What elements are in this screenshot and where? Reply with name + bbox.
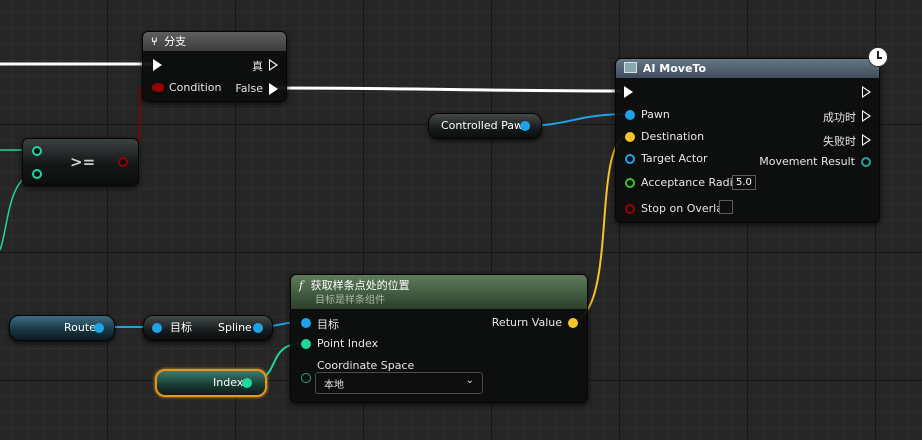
moveto-pawn-label: Pawn (641, 108, 670, 121)
branch-node-title: 分支 (164, 35, 187, 48)
get-spline-node[interactable]: 目标 Spline (143, 315, 273, 341)
index-label: Index (213, 376, 244, 389)
spline-node-subtitle: 目标是样条组件 (315, 295, 385, 306)
spline-target-pin[interactable] (301, 318, 311, 328)
spline-return-value-label: Return Value (491, 316, 562, 329)
controlled-pawn-label: Controlled Pawn (441, 119, 530, 132)
get-spline-spline-label: Spline (218, 321, 252, 334)
get-spline-output-pin[interactable] (253, 323, 263, 333)
index-node[interactable]: Index (155, 369, 267, 397)
acceptance-radius-input[interactable]: 5.0 (732, 175, 756, 190)
route-output-pin[interactable] (94, 323, 104, 333)
moveto-movement-result-label: Movement Result (759, 155, 855, 168)
spline-target-label: 目标 (317, 318, 339, 331)
chevron-down-icon: ⌄ (465, 375, 474, 386)
branch-false-label: False (235, 82, 263, 95)
get-spline-target-label: 目标 (170, 321, 192, 334)
branch-condition-pin[interactable] (152, 83, 164, 92)
branch-true-label: 真 (252, 60, 263, 73)
moveto-exec-in-pin[interactable] (624, 86, 633, 98)
route-node[interactable]: Route (9, 315, 115, 341)
get-spline-target-pin[interactable] (152, 323, 162, 333)
spline-point-index-pin[interactable] (301, 339, 311, 349)
moveto-success-label: 成功时 (823, 111, 856, 124)
function-f-icon: f (299, 279, 304, 292)
index-output-pin[interactable] (242, 378, 252, 388)
controlled-pawn-node[interactable]: Controlled Pawn (428, 113, 542, 139)
moveto-fail-exec-pin[interactable] (862, 134, 871, 146)
coordinate-space-value: 本地 (324, 380, 344, 391)
moveto-acceptance-radius-label: Acceptance Radius (641, 176, 746, 189)
compare-input-b-pin[interactable] (32, 169, 42, 179)
branch-node-header[interactable]: ⑂ 分支 (143, 32, 286, 51)
moveto-fail-label: 失败时 (823, 135, 856, 148)
spline-coordinate-space-pin[interactable] (301, 373, 311, 383)
stop-on-overlap-checkbox[interactable] (719, 200, 733, 214)
spline-coordinate-space-label: Coordinate Space (317, 359, 415, 372)
spline-node-header[interactable]: f 获取样条点处的位置 目标是样条组件 (291, 275, 587, 309)
compare-operator: >= (70, 153, 96, 171)
spline-point-index-label: Point Index (317, 337, 379, 350)
moveto-stop-on-overlap-pin[interactable] (625, 204, 635, 214)
function-icon (624, 62, 637, 73)
moveto-destination-pin[interactable] (625, 132, 635, 142)
moveto-acceptance-radius-pin[interactable] (625, 178, 635, 188)
exec-wire-false-to-moveto (271, 86, 623, 93)
compare-node[interactable]: >= (22, 138, 139, 186)
ai-moveto-header[interactable]: AI MoveTo (616, 59, 879, 78)
controlled-pawn-output-pin[interactable] (520, 121, 530, 131)
moveto-target-actor-pin[interactable] (625, 154, 635, 164)
moveto-success-exec-pin[interactable] (862, 110, 871, 122)
branch-condition-label: Condition (169, 81, 222, 94)
compare-input-a-pin[interactable] (32, 146, 42, 156)
moveto-exec-out-pin[interactable] (862, 86, 871, 98)
spline-return-value-pin[interactable] (568, 318, 578, 328)
branch-icon: ⑂ (151, 35, 158, 48)
branch-false-exec-pin[interactable] (269, 83, 278, 95)
moveto-destination-label: Destination (641, 130, 705, 143)
coordinate-space-dropdown[interactable]: 本地 ⌄ (315, 372, 483, 394)
moveto-target-actor-label: Target Actor (641, 152, 708, 165)
branch-true-exec-pin[interactable] (269, 59, 278, 71)
route-label: Route (64, 321, 96, 334)
ai-moveto-node[interactable]: AI MoveTo Pawn 成功时 Destination 失败时 Targe… (615, 47, 888, 223)
get-spline-location-node[interactable]: f 获取样条点处的位置 目标是样条组件 目标 Return Value Poin… (290, 274, 588, 403)
compare-output-pin[interactable] (118, 157, 128, 167)
moveto-pawn-pin[interactable] (625, 110, 635, 120)
ai-moveto-title: AI MoveTo (642, 62, 707, 75)
moveto-movement-result-pin[interactable] (861, 157, 871, 167)
moveto-stop-on-overlap-label: Stop on Overlap (641, 202, 730, 215)
branch-exec-in-pin[interactable] (153, 59, 162, 71)
branch-node[interactable]: ⑂ 分支 真 Condition False (142, 31, 287, 102)
latent-clock-icon (868, 47, 888, 67)
